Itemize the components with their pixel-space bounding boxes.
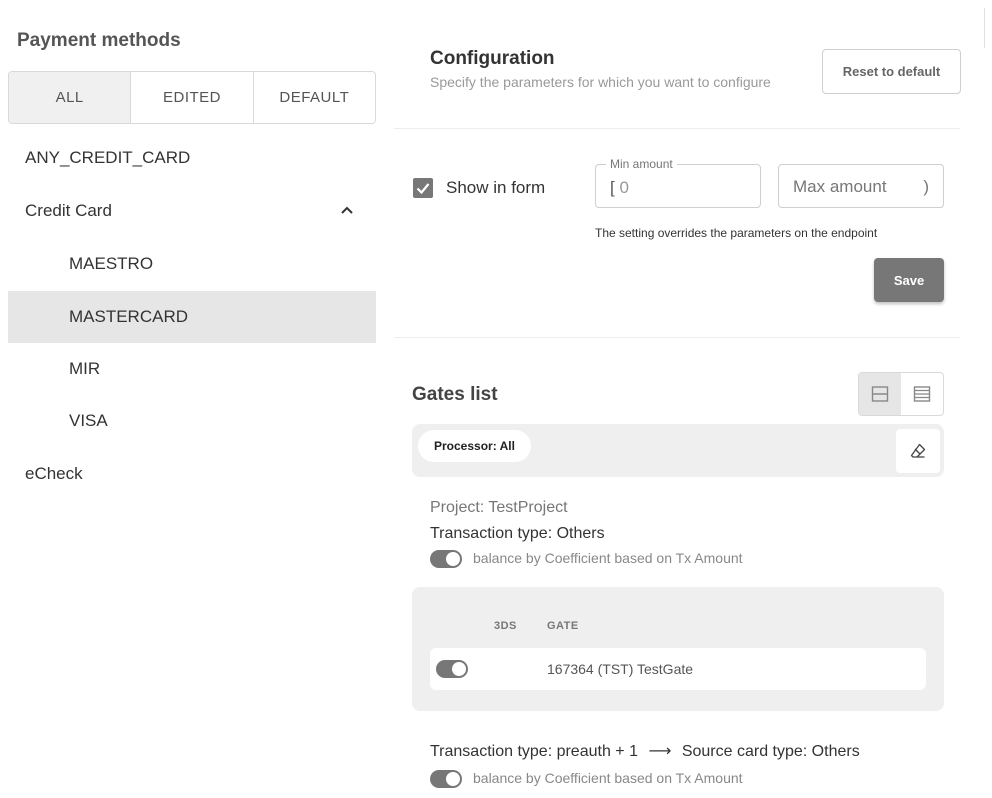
gates-list-title: Gates list <box>412 384 498 405</box>
override-hint: The setting overrides the parameters on … <box>595 226 878 240</box>
filter-segmented-control: ALL EDITED DEFAULT <box>8 71 376 124</box>
view-mode-toggle <box>858 372 944 416</box>
transaction-type-2-label: Transaction type: preauth + 1 <box>430 743 638 760</box>
tree-item-label: VISA <box>69 411 108 430</box>
filter-edited-tab[interactable]: EDITED <box>131 72 254 123</box>
configuration-subtitle: Specify the parameters for which you wan… <box>430 74 771 90</box>
split-view-button[interactable] <box>859 373 901 415</box>
min-amount-placeholder: 0 <box>619 178 629 197</box>
balance-label: balance by Coefficient based on Tx Amoun… <box>473 550 743 566</box>
show-in-form-label: Show in form <box>446 178 546 197</box>
tree-item-mir[interactable]: MIR <box>8 343 376 395</box>
tree-item-credit-card[interactable]: Credit Card <box>8 185 376 237</box>
split-view-icon <box>871 386 889 402</box>
eraser-icon <box>910 443 926 458</box>
column-header-gate: GATE <box>547 620 579 632</box>
tree-item-label: MASTERCARD <box>69 307 189 326</box>
tree-item-maestro[interactable]: MAESTRO <box>8 238 376 290</box>
configuration-title: Configuration <box>430 48 555 69</box>
min-amount-value: [ 0 <box>610 178 629 198</box>
tree-item-label: MAESTRO <box>69 254 154 273</box>
gates-table: 3DS GATE 167364 (TST) TestGate <box>412 587 944 711</box>
toggle-knob <box>452 662 466 676</box>
tree-item-label: MIR <box>69 359 101 378</box>
arrow-right-icon: ⟶ <box>648 743 672 760</box>
tree-item-echeck[interactable]: eCheck <box>8 448 376 500</box>
min-amount-prefix: [ <box>610 178 615 197</box>
checkmark-icon <box>416 183 430 195</box>
tree-item-visa[interactable]: VISA <box>8 395 376 447</box>
tree-item-any-credit-card[interactable]: ANY_CREDIT_CARD <box>8 132 376 184</box>
filter-all-tab[interactable]: ALL <box>9 72 132 123</box>
show-in-form-checkbox[interactable] <box>413 178 433 198</box>
balance-toggle[interactable] <box>430 550 462 568</box>
toggle-knob <box>446 772 460 786</box>
tree-item-label: Credit Card <box>25 201 112 220</box>
reset-to-default-button[interactable]: Reset to default <box>822 49 961 94</box>
transaction-type-2-line: Transaction type: preauth + 1 ⟶ Source c… <box>430 741 860 761</box>
max-amount-suffix: ) <box>923 177 929 196</box>
balance-toggle-2[interactable] <box>430 770 462 788</box>
transaction-type-label: Transaction type: Others <box>430 525 605 542</box>
source-card-type-label: Source card type: Others <box>681 743 860 760</box>
3ds-toggle[interactable] <box>436 660 468 678</box>
min-amount-label: Min amount <box>606 157 677 171</box>
list-view-button[interactable] <box>901 373 943 415</box>
clear-filters-button[interactable] <box>896 429 940 473</box>
column-header-3ds: 3DS <box>494 620 517 632</box>
tree-item-label: eCheck <box>25 464 83 483</box>
project-label: Project: TestProject <box>430 499 568 516</box>
tree-item-label: ANY_CREDIT_CARD <box>25 148 191 167</box>
max-amount-field[interactable]: Max amount ) <box>778 164 944 208</box>
chevron-up-icon[interactable] <box>340 203 354 217</box>
payment-methods-title: Payment methods <box>17 30 181 51</box>
filter-default-tab[interactable]: DEFAULT <box>253 72 375 123</box>
max-amount-placeholder: Max amount <box>793 177 887 196</box>
save-button[interactable]: Save <box>874 258 944 302</box>
gate-name: 167364 (TST) TestGate <box>547 661 694 677</box>
processor-filter-chip[interactable]: Processor: All <box>418 430 531 462</box>
table-row: 167364 (TST) TestGate <box>430 648 926 690</box>
min-amount-field[interactable]: Min amount [ 0 <box>595 157 761 208</box>
gates-filter-bar: Processor: All <box>412 424 944 477</box>
payment-methods-panel: Payment methods ALL EDITED DEFAULT ANY_C… <box>0 0 384 798</box>
configuration-panel: Configuration Specify the parameters for… <box>394 8 961 798</box>
divider <box>394 337 960 338</box>
balance-label-2: balance by Coefficient based on Tx Amoun… <box>473 770 743 786</box>
toggle-knob <box>446 552 460 566</box>
scrollbar-edge <box>984 8 985 48</box>
list-view-icon <box>913 386 931 402</box>
tree-item-mastercard[interactable]: MASTERCARD <box>8 291 376 343</box>
divider <box>394 128 960 129</box>
